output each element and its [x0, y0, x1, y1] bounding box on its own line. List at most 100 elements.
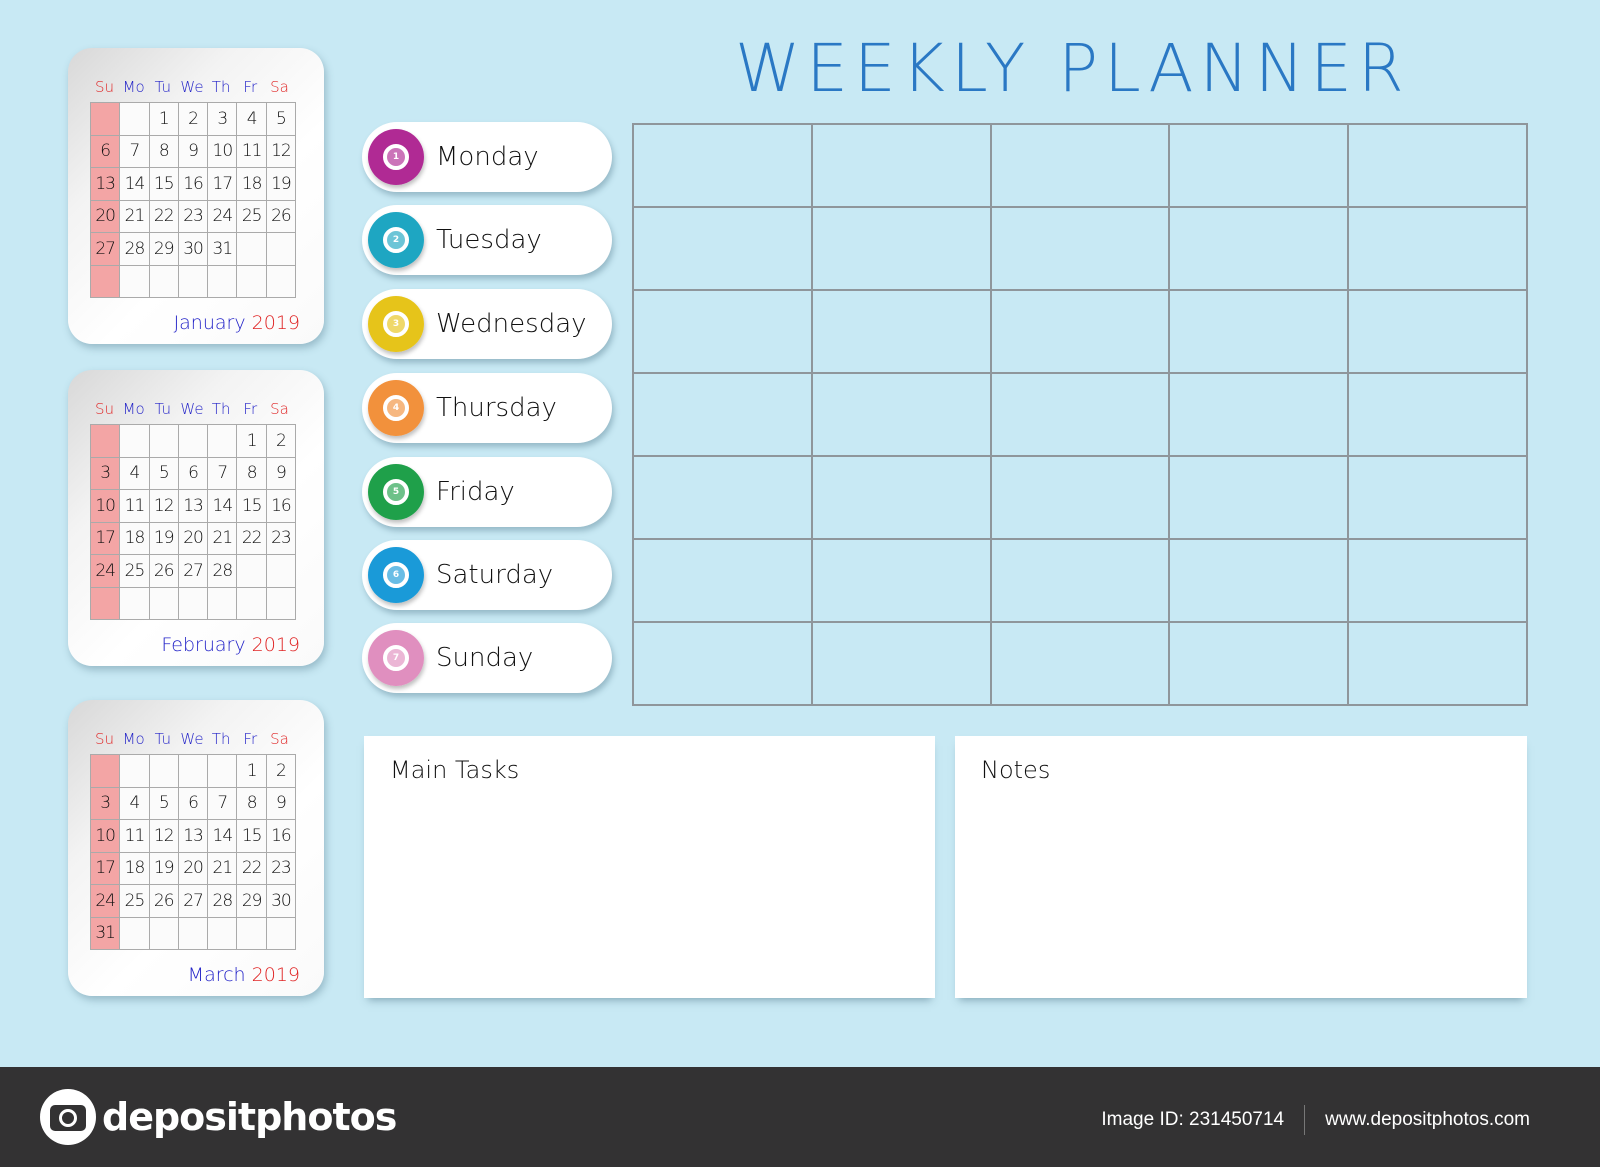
day-cell[interactable]: [265, 264, 297, 298]
grid-cell[interactable]: [810, 372, 992, 457]
day-cell[interactable]: 14: [207, 489, 238, 523]
day-cell[interactable]: [119, 264, 150, 298]
day-cell[interactable]: 10: [89, 489, 121, 523]
day-cell[interactable]: 20: [177, 521, 209, 555]
day-cell[interactable]: [207, 754, 238, 788]
day-cell[interactable]: [265, 232, 297, 266]
day-pill-friday[interactable]: 5 Friday: [362, 457, 612, 527]
grid-cell[interactable]: [1347, 538, 1528, 623]
day-cell[interactable]: 6: [89, 134, 121, 168]
grid-cell[interactable]: [1347, 455, 1528, 540]
day-cell[interactable]: 24: [89, 554, 121, 588]
day-cell[interactable]: 3: [207, 102, 238, 136]
day-cell[interactable]: [265, 586, 297, 620]
day-pill-tuesday[interactable]: 2 Tuesday: [362, 205, 612, 275]
day-cell[interactable]: [177, 754, 209, 788]
day-pill-thursday[interactable]: 4 Thursday: [362, 373, 612, 443]
day-cell[interactable]: 5: [148, 786, 179, 820]
day-cell[interactable]: [119, 424, 150, 458]
day-cell[interactable]: 7: [119, 134, 150, 168]
day-cell[interactable]: 3: [89, 786, 121, 820]
day-cell[interactable]: 29: [236, 884, 267, 918]
day-cell[interactable]: 11: [236, 134, 267, 168]
grid-cell[interactable]: [810, 538, 992, 623]
grid-cell[interactable]: [1347, 372, 1528, 457]
day-cell[interactable]: 24: [89, 884, 121, 918]
day-cell[interactable]: 18: [236, 167, 267, 201]
day-cell[interactable]: [89, 754, 121, 788]
day-cell[interactable]: 31: [207, 232, 238, 266]
grid-cell[interactable]: [810, 289, 992, 374]
day-cell[interactable]: 1: [236, 754, 267, 788]
grid-cell[interactable]: [632, 538, 813, 623]
day-cell[interactable]: 23: [265, 521, 297, 555]
day-cell[interactable]: 9: [265, 786, 297, 820]
day-cell[interactable]: 17: [89, 521, 121, 555]
day-cell[interactable]: [236, 554, 267, 588]
day-cell[interactable]: 14: [119, 167, 150, 201]
grid-cell[interactable]: [1168, 372, 1350, 457]
day-cell[interactable]: 13: [177, 489, 209, 523]
day-cell[interactable]: 11: [119, 489, 150, 523]
day-pill-sunday[interactable]: 7 Sunday: [362, 623, 612, 693]
day-cell[interactable]: 15: [148, 167, 179, 201]
grid-cell[interactable]: [810, 206, 992, 291]
day-cell[interactable]: 23: [265, 851, 297, 885]
day-cell[interactable]: [177, 586, 209, 620]
day-cell[interactable]: [236, 916, 267, 950]
day-cell[interactable]: 31: [89, 916, 121, 950]
day-cell[interactable]: 21: [207, 851, 238, 885]
day-cell[interactable]: 27: [177, 884, 209, 918]
depositphotos-logo[interactable]: depositphotos: [40, 1089, 397, 1145]
day-cell[interactable]: 28: [207, 554, 238, 588]
day-cell[interactable]: 2: [177, 102, 209, 136]
day-cell[interactable]: 22: [236, 521, 267, 555]
day-cell[interactable]: 25: [236, 199, 267, 233]
grid-cell[interactable]: [810, 621, 992, 706]
day-cell[interactable]: [148, 424, 179, 458]
day-cell[interactable]: 29: [148, 232, 179, 266]
day-cell[interactable]: 10: [207, 134, 238, 168]
grid-cell[interactable]: [632, 289, 813, 374]
day-cell[interactable]: 11: [119, 819, 150, 853]
grid-cell[interactable]: [989, 538, 1171, 623]
day-cell[interactable]: [148, 586, 179, 620]
grid-cell[interactable]: [1168, 538, 1350, 623]
day-cell[interactable]: 19: [148, 851, 179, 885]
grid-cell[interactable]: [632, 621, 813, 706]
day-cell[interactable]: 18: [119, 851, 150, 885]
day-cell[interactable]: 19: [148, 521, 179, 555]
day-cell[interactable]: 20: [177, 851, 209, 885]
day-cell[interactable]: 19: [265, 167, 297, 201]
day-cell[interactable]: 28: [119, 232, 150, 266]
day-cell[interactable]: 1: [236, 424, 267, 458]
day-pill-monday[interactable]: 1 Monday: [362, 122, 612, 192]
day-cell[interactable]: 3: [89, 456, 121, 490]
day-cell[interactable]: [236, 264, 267, 298]
day-cell[interactable]: 28: [207, 884, 238, 918]
day-cell[interactable]: 5: [265, 102, 297, 136]
day-cell[interactable]: 16: [265, 819, 297, 853]
day-cell[interactable]: [119, 916, 150, 950]
day-cell[interactable]: [89, 424, 121, 458]
grid-cell[interactable]: [1168, 455, 1350, 540]
day-cell[interactable]: 10: [89, 819, 121, 853]
day-cell[interactable]: 12: [148, 819, 179, 853]
day-cell[interactable]: 2: [265, 754, 297, 788]
day-cell[interactable]: 6: [177, 786, 209, 820]
day-cell[interactable]: 8: [148, 134, 179, 168]
day-cell[interactable]: [89, 586, 121, 620]
day-cell[interactable]: 14: [207, 819, 238, 853]
day-cell[interactable]: 13: [177, 819, 209, 853]
day-cell[interactable]: 21: [207, 521, 238, 555]
day-cell[interactable]: 30: [177, 232, 209, 266]
grid-cell[interactable]: [810, 123, 992, 208]
grid-cell[interactable]: [1168, 206, 1350, 291]
day-cell[interactable]: [265, 554, 297, 588]
day-cell[interactable]: 26: [148, 884, 179, 918]
day-cell[interactable]: 17: [89, 851, 121, 885]
day-cell[interactable]: 12: [265, 134, 297, 168]
day-cell[interactable]: 27: [89, 232, 121, 266]
main-tasks-box[interactable]: Main Tasks: [364, 736, 935, 998]
day-cell[interactable]: 7: [207, 786, 238, 820]
